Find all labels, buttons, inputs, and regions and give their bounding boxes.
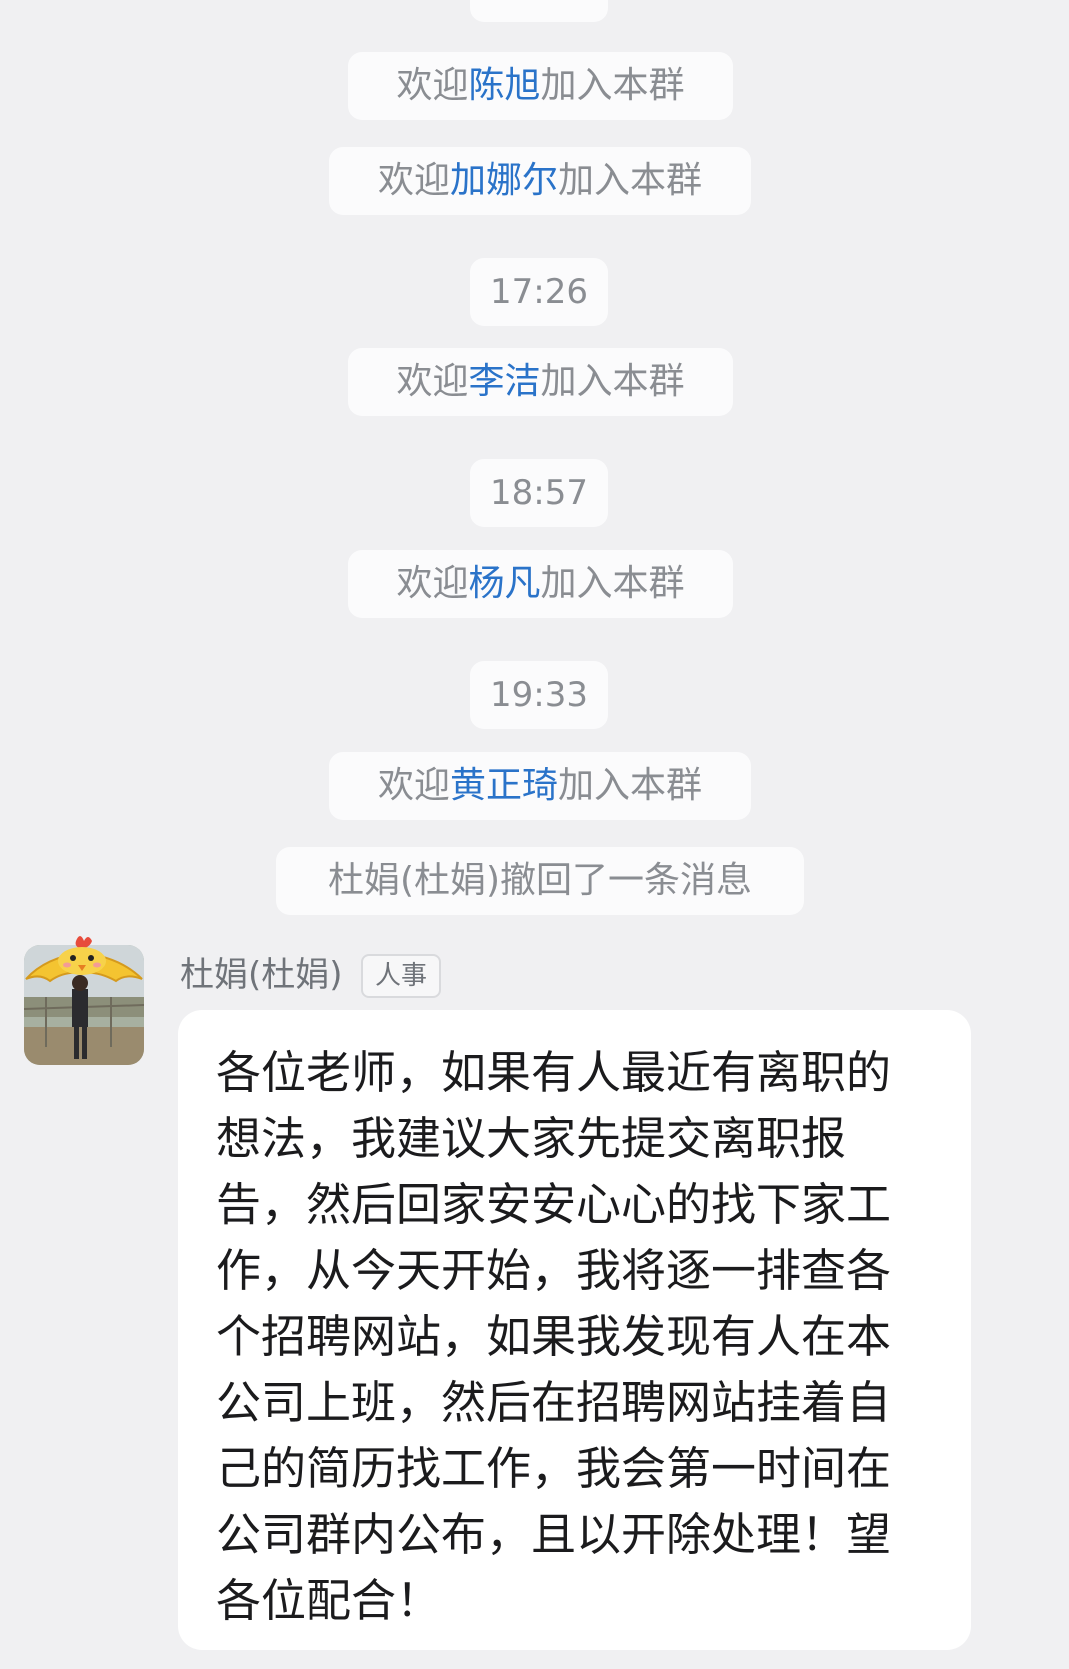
member-name-link[interactable]: 加娜尔 <box>450 160 558 201</box>
system-message-join: 欢迎加娜尔加入本群 <box>329 147 751 215</box>
sender-avatar[interactable] <box>24 936 144 1065</box>
system-message-recall: 杜娟(杜娟)撤回了一条消息 <box>276 847 804 915</box>
system-suffix: 加入本群 <box>558 160 703 201</box>
time-pill: 19:33 <box>470 661 608 729</box>
system-message-join: 欢迎陈旭加入本群 <box>348 52 733 120</box>
member-name-link[interactable]: 陈旭 <box>468 65 540 106</box>
chick-hat-avatar-icon <box>24 936 144 1065</box>
system-prefix: 欢迎 <box>377 160 450 201</box>
system-suffix: 加入本群 <box>540 65 685 106</box>
system-suffix: 加入本群 <box>540 361 685 402</box>
system-prefix: 欢迎 <box>396 361 469 402</box>
system-suffix: 加入本群 <box>558 765 703 806</box>
role-badge: 人事 <box>361 954 442 998</box>
chat-window: 欢迎陈旭加入本群 欢迎加娜尔加入本群 17:26 欢迎李洁加入本群 18:57 … <box>0 0 1069 1669</box>
system-prefix: 欢迎 <box>396 65 469 106</box>
time-pill: 17:26 <box>470 258 608 326</box>
member-name-link[interactable]: 杨凡 <box>468 563 540 604</box>
system-prefix: 欢迎 <box>377 765 450 806</box>
time-pill: 18:57 <box>470 459 608 527</box>
member-name-link[interactable]: 黄正琦 <box>450 765 558 806</box>
system-message-join: 欢迎黄正琦加入本群 <box>329 752 751 820</box>
time-pill-partial <box>470 0 608 22</box>
system-prefix: 欢迎 <box>396 563 469 604</box>
system-suffix: 加入本群 <box>540 563 685 604</box>
message-bubble[interactable]: 各位老师，如果有人最近有离职的 想法，我建议大家先提交离职报 告，然后回家安安心… <box>178 1010 971 1650</box>
message-text: 各位老师，如果有人最近有离职的 想法，我建议大家先提交离职报 告，然后回家安安心… <box>216 1046 892 1627</box>
system-message-join: 欢迎李洁加入本群 <box>348 348 733 416</box>
member-name-link[interactable]: 李洁 <box>468 361 540 402</box>
system-message-join: 欢迎杨凡加入本群 <box>348 550 733 618</box>
sender-name[interactable]: 杜娟(杜娟) <box>180 952 343 998</box>
